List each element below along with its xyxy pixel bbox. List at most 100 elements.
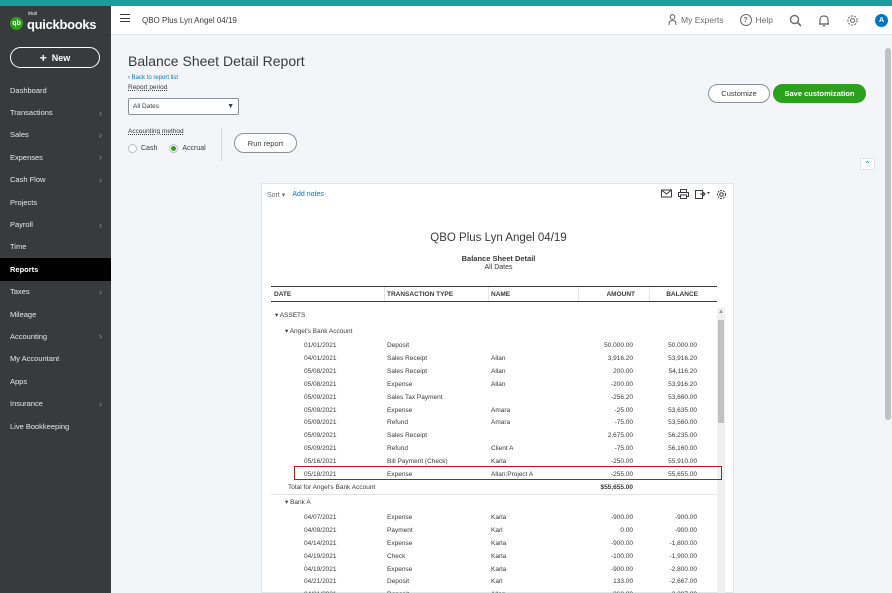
table-row[interactable]: 04/19/2021 Expense Karla -900.00 -2,800.00 — [271, 564, 717, 577]
cell-date: 05/09/2021 — [304, 406, 337, 414]
column-separator[interactable] — [488, 287, 489, 301]
my-experts-link[interactable]: My Experts — [668, 14, 724, 26]
cell-amount: -900.00 — [610, 513, 633, 521]
column-header-date[interactable]: DATE — [274, 291, 291, 298]
sidebar-item-cash-flow[interactable]: Cash Flow › — [0, 169, 111, 191]
settings-gear-icon[interactable] — [846, 14, 859, 27]
save-customization-button[interactable]: Save customization — [773, 84, 866, 103]
user-avatar[interactable]: A — [875, 13, 888, 27]
back-to-report-list-link[interactable]: ‹ Back to report list — [128, 75, 178, 81]
quickbooks-logo[interactable]: qb intuit quickbooks — [10, 11, 97, 32]
cell-balance: -2,800.00 — [669, 565, 697, 573]
section-assets[interactable]: ▾ ASSETS — [275, 311, 305, 319]
sidebar-item-sales[interactable]: Sales › — [0, 124, 111, 146]
sidebar-item-reports[interactable]: Reports — [0, 258, 111, 281]
table-row[interactable]: 04/14/2021 Expense Karla -900.00 -1,800.00 — [271, 538, 717, 551]
sidebar-item-apps[interactable]: Apps — [0, 370, 111, 392]
sort-dropdown[interactable]: Sort ▾ — [267, 191, 285, 199]
cell-transaction-type[interactable]: Deposit — [387, 342, 409, 349]
cell-transaction-type[interactable]: Expense — [387, 514, 412, 521]
collapse-chevron-up-icon[interactable]: ⌃ — [860, 158, 875, 170]
new-button[interactable]: + New — [10, 47, 100, 68]
sidebar-item-payroll[interactable]: Payroll › — [0, 213, 111, 235]
cell-transaction-type[interactable]: Expense — [387, 407, 412, 414]
table-row[interactable]: 04/09/2021 Payment Karl 0.00 -900.00 — [271, 525, 717, 538]
cell-transaction-type[interactable]: Expense — [387, 566, 412, 573]
cell-transaction-type[interactable]: Check — [387, 553, 405, 560]
cell-transaction-type[interactable]: Deposit — [387, 578, 409, 585]
cell-transaction-type[interactable]: Sales Tax Payment — [387, 394, 443, 401]
table-row[interactable]: 05/09/2021 Sales Receipt 2,675.00 56,235.00 — [271, 430, 717, 443]
page-scrollbar[interactable] — [884, 36, 892, 593]
table-row[interactable]: 04/21/2021 Deposit Karl 133.00 -2,667.00 — [271, 576, 717, 589]
column-separator[interactable] — [384, 287, 385, 301]
column-header-amount[interactable]: AMOUNT — [606, 291, 635, 298]
cell-transaction-type[interactable]: Refund — [387, 419, 408, 426]
table-row[interactable]: 04/07/2021 Expense Karla -900.00 -900.00 — [271, 512, 717, 525]
table-row[interactable]: 04/21/2021DepositAllan360.00-2,307.00 — [271, 589, 717, 593]
cell-transaction-type[interactable]: Bill Payment (Check) — [387, 458, 448, 465]
table-row[interactable]: 05/09/2021 Sales Tax Payment -256.20 53,660… — [271, 392, 717, 405]
cell-date: 04/19/2021 — [304, 552, 337, 560]
search-icon[interactable] — [789, 14, 802, 27]
report-scrollbar-thumb[interactable] — [718, 320, 724, 423]
table-row[interactable]: 05/08/2021 Sales Receipt Allan 200.00 54,116… — [271, 366, 717, 379]
cell-transaction-type[interactable]: Sales Receipt — [387, 368, 427, 375]
account-group[interactable]: ▾ Angel's Bank Account — [285, 327, 352, 335]
table-row[interactable]: 04/19/2021 Check Karla -100.00 -1,900.00 — [271, 551, 717, 564]
sidebar-item-time[interactable]: Time — [0, 236, 111, 258]
sidebar-item-projects[interactable]: Projects — [0, 191, 111, 213]
add-notes-link[interactable]: Add notes — [292, 191, 324, 199]
total-amount[interactable]: $55,655.00 — [600, 484, 633, 491]
sidebar-item-taxes[interactable]: Taxes › — [0, 281, 111, 303]
table-row[interactable]: 01/01/2021 Deposit 50,000.00 50,000.00 — [271, 340, 717, 353]
cell-transaction-type[interactable]: Sales Receipt — [387, 432, 427, 439]
account-group[interactable]: ▾ Bank A — [285, 498, 311, 506]
cell-date: 04/19/2021 — [304, 565, 337, 573]
sidebar-item-live-bookkeeping[interactable]: Live Bookkeeping — [0, 415, 111, 437]
report-settings-gear-icon[interactable] — [716, 189, 727, 200]
sidebar-item-my-accountant[interactable]: My Accountant — [0, 348, 111, 370]
report-panel: Sort ▾ Add notes QBO Plus Lyn Angel 04/1… — [261, 183, 734, 593]
notifications-bell-icon[interactable] — [818, 14, 830, 27]
cash-radio[interactable] — [128, 144, 137, 153]
table-row[interactable]: 05/09/2021 Refund Client A -75.00 56,160.00 — [271, 443, 717, 456]
cell-balance: 50,000.00 — [668, 342, 697, 349]
hamburger-menu-icon[interactable] — [120, 14, 130, 22]
cell-transaction-type[interactable]: Expense — [387, 381, 412, 388]
table-row[interactable]: 05/09/2021 Refund Amara -75.00 53,560.00 — [271, 417, 717, 430]
sidebar-item-expenses[interactable]: Expenses › — [0, 146, 111, 168]
column-header-balance[interactable]: BALANCE — [666, 291, 698, 298]
cell-date: 04/21/2021 — [304, 578, 337, 586]
column-header-name[interactable]: NAME — [491, 291, 510, 298]
customize-button[interactable]: Customize — [708, 84, 770, 103]
table-row[interactable]: 04/01/2021 Sales Receipt Allan 3,916.20 53,9… — [271, 353, 717, 366]
help-link[interactable]: ? Help — [739, 14, 773, 26]
sidebar-item-accounting[interactable]: Accounting › — [0, 325, 111, 347]
cell-amount: 3,916.20 — [607, 354, 633, 362]
cell-transaction-type[interactable]: Refund — [387, 445, 408, 452]
sidebar-item-transactions[interactable]: Transactions › — [0, 101, 111, 123]
accrual-radio[interactable] — [169, 144, 179, 153]
run-report-button[interactable]: Run report — [234, 133, 297, 153]
export-icon[interactable] — [695, 189, 710, 199]
cell-transaction-type[interactable]: Sales Receipt — [387, 355, 427, 362]
scroll-up-arrow-icon[interactable]: ▲ — [718, 309, 724, 315]
sidebar-item-mileage[interactable]: Mileage — [0, 303, 111, 325]
report-scrollbar[interactable]: ▲ — [717, 308, 725, 593]
column-header-transaction-type[interactable]: TRANSACTION TYPE — [387, 291, 453, 298]
cell-transaction-type[interactable]: Payment — [387, 527, 413, 534]
cell-name: Karl — [491, 526, 503, 534]
page-scrollbar-thumb[interactable] — [885, 48, 891, 420]
table-row[interactable]: 05/08/2021 Expense Allan -200.00 53,916.20 — [271, 379, 717, 392]
sidebar-item-dashboard[interactable]: Dashboard — [0, 79, 111, 101]
cell-balance: 53,560.00 — [668, 419, 697, 427]
column-separator[interactable] — [649, 287, 650, 301]
email-icon[interactable] — [661, 189, 672, 198]
print-icon[interactable] — [678, 189, 689, 199]
cell-transaction-type[interactable]: Expense — [387, 540, 412, 547]
report-period-select[interactable]: All Dates ▼ — [128, 98, 239, 115]
sidebar-item-insurance[interactable]: Insurance › — [0, 392, 111, 414]
column-separator[interactable] — [578, 287, 579, 301]
table-row[interactable]: 05/09/2021 Expense Amara -25.00 53,635.00 — [271, 405, 717, 418]
